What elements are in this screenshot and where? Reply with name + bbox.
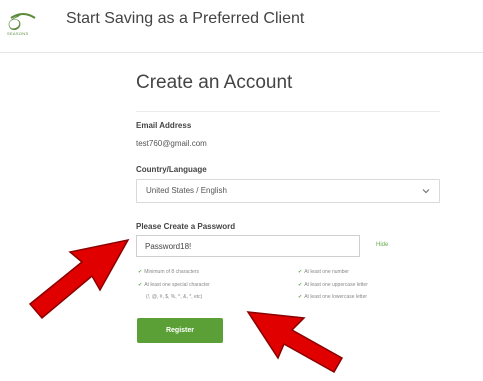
check-icon: ✔: [138, 269, 143, 275]
red-arrow-icon: [246, 311, 344, 374]
logo-subtext: SEASONS: [7, 31, 29, 36]
requirement-item: ✔ At least one uppercase letter: [298, 282, 368, 288]
requirement-item: ✔ At least one lowercase letter: [298, 294, 368, 300]
requirement-item: ✔ Minimum of 8 characters: [138, 269, 199, 275]
country-label: Country/Language: [136, 165, 207, 174]
form-title: Create an Account: [136, 72, 293, 93]
create-account-form: Create an Account Email Address test760@…: [136, 72, 440, 343]
requirement-item: ✔ At least one special character: [138, 282, 210, 288]
register-button[interactable]: Register: [137, 318, 223, 343]
country-select-value: United States / English: [146, 186, 227, 195]
check-icon: ✔: [298, 269, 303, 275]
check-icon: ✔: [298, 294, 303, 300]
requirement-item-examples: (!, @, #, $, %, ^, &, *, etc): [146, 294, 203, 300]
check-icon: ✔: [298, 282, 303, 288]
requirement-item: ✔ At least one number: [298, 269, 349, 275]
password-input[interactable]: Password18!: [136, 235, 360, 257]
country-language-select[interactable]: United States / English: [136, 179, 440, 203]
email-value: test760@gmail.com: [136, 139, 207, 148]
page-title: Start Saving as a Preferred Client: [66, 10, 305, 27]
page-header: ර SEASONS Start Saving as a Preferred Cl…: [0, 0, 483, 53]
check-icon: ✔: [138, 282, 143, 288]
email-label: Email Address: [136, 121, 192, 130]
password-label: Please Create a Password: [136, 222, 236, 231]
hide-password-link[interactable]: Hide: [376, 242, 388, 248]
red-arrow-icon: [28, 238, 130, 320]
chevron-down-icon: [422, 189, 430, 194]
password-input-value: Password18!: [145, 242, 192, 251]
form-divider: [136, 111, 440, 112]
